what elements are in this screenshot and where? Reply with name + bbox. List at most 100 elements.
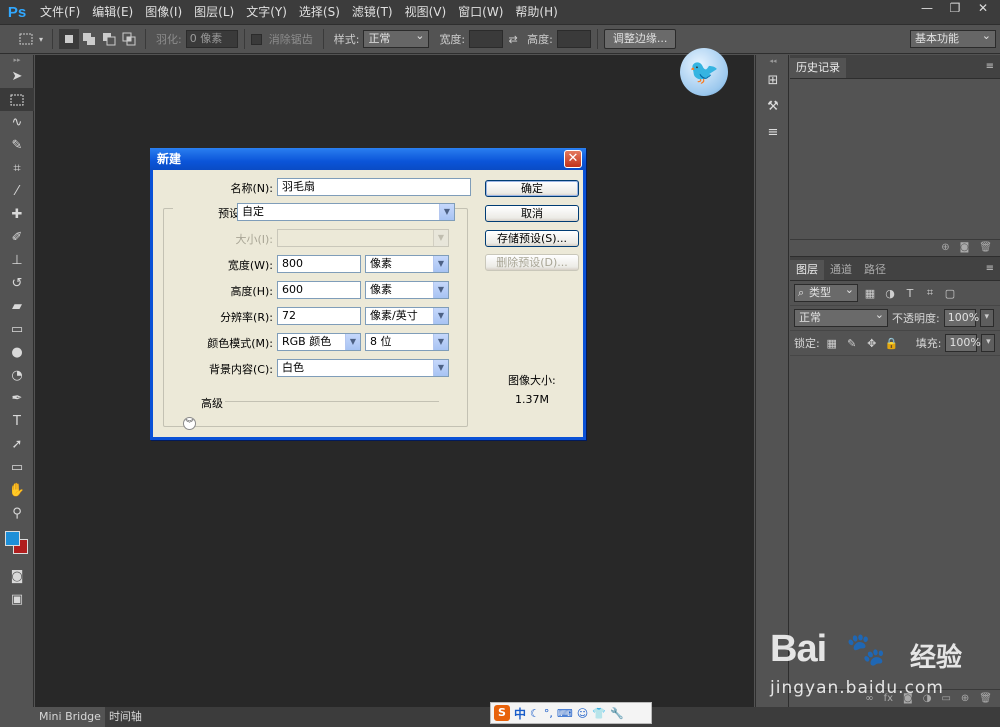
- blur-icon[interactable]: ●: [0, 341, 34, 364]
- height-input[interactable]: 600: [277, 281, 361, 299]
- menu-edit[interactable]: 编辑(E): [86, 0, 139, 24]
- layer-filter-select[interactable]: ⌕ 类型: [794, 282, 858, 302]
- marquee-preset-icon[interactable]: [16, 29, 36, 49]
- save-preset-button[interactable]: 存储预设(S)...: [485, 230, 579, 247]
- camera-icon[interactable]: ◙: [960, 242, 970, 253]
- workspace-select[interactable]: 基本功能: [910, 28, 996, 48]
- name-input[interactable]: 羽毛扇: [277, 178, 471, 196]
- hand-icon[interactable]: ✋: [0, 479, 34, 502]
- healing-icon[interactable]: ✚: [0, 203, 34, 226]
- brush-icon[interactable]: ✐: [0, 226, 34, 249]
- dialog-titlebar[interactable]: 新建 ✕: [150, 148, 586, 170]
- style-select[interactable]: 正常: [363, 28, 430, 48]
- tool-presets-icon[interactable]: ⚒: [756, 93, 790, 119]
- color-mode-select[interactable]: RGB 颜色 ▼: [277, 333, 361, 351]
- background-content-select[interactable]: 白色 ▼: [277, 359, 449, 377]
- filter-smart-icon[interactable]: ▢: [942, 285, 958, 301]
- tab-paths[interactable]: 路径: [858, 260, 892, 280]
- filter-shape-icon[interactable]: ⌗: [922, 285, 938, 301]
- width-unit-select[interactable]: 像素 ▼: [365, 255, 449, 273]
- width-input[interactable]: [469, 30, 504, 48]
- blend-mode-select[interactable]: 正常: [794, 307, 888, 327]
- menu-window[interactable]: 窗口(W): [452, 0, 509, 24]
- move-icon[interactable]: ➤: [0, 65, 34, 88]
- moon-icon[interactable]: ☾: [530, 707, 540, 720]
- feather-input[interactable]: 0 像素: [185, 30, 238, 48]
- opacity-input[interactable]: 100%: [943, 309, 979, 327]
- filter-adjustment-icon[interactable]: ◑: [882, 285, 898, 301]
- dropdown-arrow-icon[interactable]: ▾: [36, 29, 46, 49]
- foreground-color-swatch[interactable]: [5, 531, 20, 546]
- close-window-button[interactable]: ✕: [970, 0, 996, 18]
- wrench-icon[interactable]: 🔧: [610, 707, 624, 720]
- crop-icon[interactable]: ⌗: [0, 157, 34, 180]
- shirt-icon[interactable]: 👕: [592, 707, 606, 720]
- restore-button[interactable]: ❐: [942, 0, 968, 18]
- height-unit-select[interactable]: 像素 ▼: [365, 281, 449, 299]
- fill-input[interactable]: 100%: [945, 334, 981, 352]
- tab-layers[interactable]: 图层: [790, 260, 824, 280]
- advanced-label[interactable]: 高级: [201, 395, 223, 411]
- cancel-button[interactable]: 取消: [485, 205, 579, 222]
- new-document-icon[interactable]: ⊕: [941, 242, 949, 253]
- advanced-expand-icon[interactable]: ︾: [183, 417, 196, 430]
- screen-mode-icon[interactable]: ▣: [0, 588, 34, 611]
- user-icon[interactable]: ☺: [577, 707, 588, 720]
- fill-stepper[interactable]: ▾: [981, 334, 996, 352]
- menu-select[interactable]: 选择(S): [293, 0, 346, 24]
- sogou-logo-icon[interactable]: S: [494, 705, 510, 721]
- bit-depth-select[interactable]: 8 位 ▼: [365, 333, 449, 351]
- shape-icon[interactable]: ▭: [0, 456, 34, 479]
- marquee-icon[interactable]: [0, 88, 34, 111]
- history-brush-icon[interactable]: ↺: [0, 272, 34, 295]
- lock-position-icon[interactable]: ✥: [864, 335, 880, 351]
- add-selection-icon[interactable]: [79, 29, 99, 49]
- collapse-tools-icon[interactable]: ▸▸: [0, 55, 34, 65]
- ok-button[interactable]: 确定: [485, 180, 579, 197]
- menu-file[interactable]: 文件(F): [34, 0, 86, 24]
- tab-timeline[interactable]: 时间轴: [105, 707, 146, 727]
- eyedropper-icon[interactable]: ⁄: [0, 180, 34, 203]
- menu-help[interactable]: 帮助(H): [509, 0, 563, 24]
- resolution-unit-select[interactable]: 像素/英寸 ▼: [365, 307, 449, 325]
- pen-icon[interactable]: ✒: [0, 387, 34, 410]
- zoom-icon[interactable]: ⚲: [0, 502, 34, 525]
- punctuation-icon[interactable]: °,: [544, 707, 553, 720]
- antialias-checkbox[interactable]: [250, 33, 262, 45]
- new-selection-icon[interactable]: [59, 29, 79, 49]
- stamp-icon[interactable]: ⊥: [0, 249, 34, 272]
- menu-type[interactable]: 文字(Y): [240, 0, 293, 24]
- opacity-stepper[interactable]: ▾: [979, 309, 994, 327]
- width-input[interactable]: 800: [277, 255, 361, 273]
- lasso-icon[interactable]: ∿: [0, 111, 34, 134]
- layers-menu-icon[interactable]: ≡: [986, 263, 994, 274]
- menu-layer[interactable]: 图层(L): [188, 0, 240, 24]
- lock-transparent-icon[interactable]: ▦: [824, 335, 840, 351]
- panel-menu-icon[interactable]: ≡: [986, 61, 994, 72]
- menu-image[interactable]: 图像(I): [139, 0, 188, 24]
- tab-history[interactable]: 历史记录: [790, 58, 846, 78]
- tab-mini-bridge[interactable]: Mini Bridge: [35, 707, 105, 727]
- minimize-button[interactable]: —: [914, 0, 940, 18]
- menu-view[interactable]: 视图(V): [399, 0, 453, 24]
- filter-pixel-icon[interactable]: ▦: [862, 285, 878, 301]
- quick-mask-icon[interactable]: ◙: [0, 565, 34, 588]
- lock-pixels-icon[interactable]: ✎: [844, 335, 860, 351]
- dialog-close-button[interactable]: ✕: [564, 150, 582, 168]
- gradient-icon[interactable]: ▭: [0, 318, 34, 341]
- history-panel-icon[interactable]: ⊞: [756, 67, 790, 93]
- tab-channels[interactable]: 通道: [824, 260, 858, 280]
- keyboard-icon[interactable]: ⌨: [557, 707, 573, 720]
- subtract-selection-icon[interactable]: [99, 29, 119, 49]
- brush-presets-icon[interactable]: ≡: [756, 119, 790, 145]
- height-input[interactable]: [556, 30, 591, 48]
- trash-icon[interactable]: 🗑: [979, 242, 992, 253]
- filter-type-icon[interactable]: T: [902, 285, 918, 301]
- refine-edge-button[interactable]: 调整边缘...: [603, 29, 677, 49]
- path-select-icon[interactable]: ➚: [0, 433, 34, 456]
- lock-all-icon[interactable]: 🔒: [884, 335, 900, 351]
- collapse-dock-icon[interactable]: ◂◂: [756, 55, 790, 67]
- quick-select-icon[interactable]: ✎: [0, 134, 34, 157]
- intersect-selection-icon[interactable]: [119, 29, 139, 49]
- preset-select[interactable]: 自定 ▼: [237, 203, 455, 221]
